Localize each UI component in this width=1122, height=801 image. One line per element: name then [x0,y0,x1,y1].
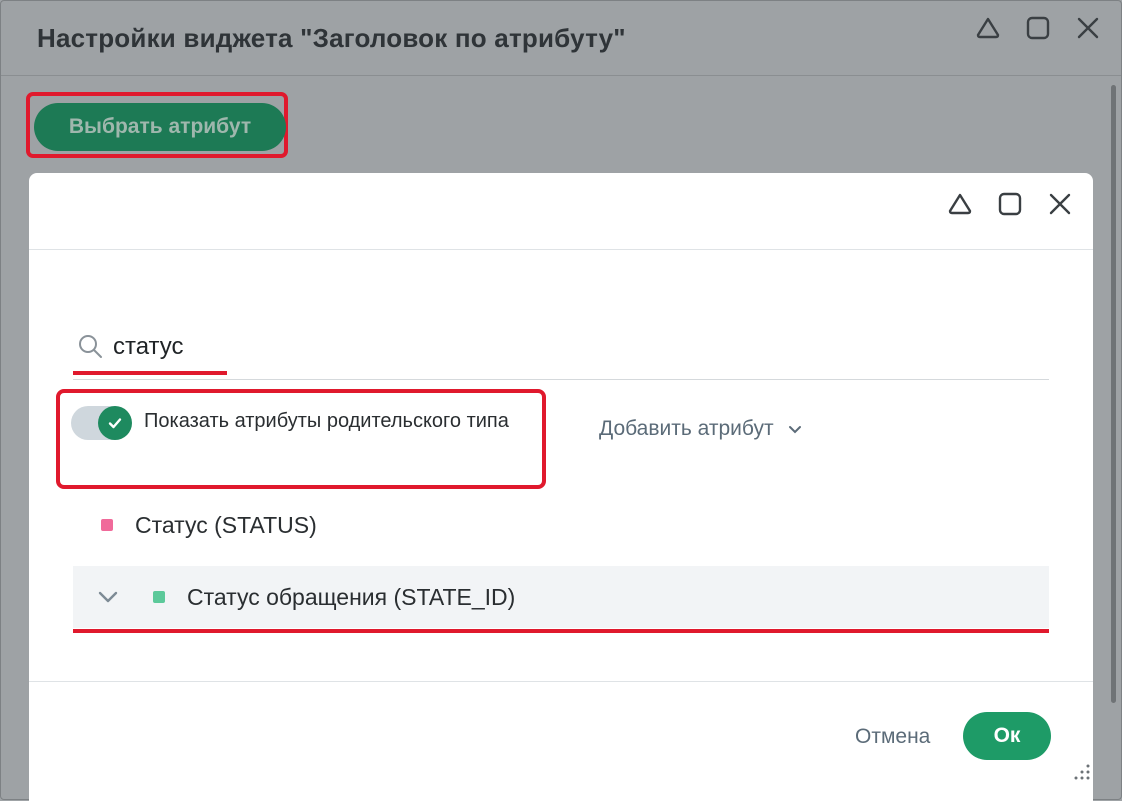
select-attribute-button[interactable]: Выбрать атрибут [34,103,286,151]
maximize-icon[interactable] [995,189,1025,219]
collapse-icon[interactable] [973,13,1003,43]
resize-grip-icon[interactable] [1070,760,1092,787]
search-input[interactable] [111,329,515,365]
attribute-item[interactable]: Статус (STATUS) [73,503,1049,547]
check-icon [98,406,132,440]
chevron-down-icon[interactable] [97,590,119,604]
search-icon [77,333,103,364]
maximize-icon[interactable] [1023,13,1053,43]
ok-button[interactable]: Ок [963,712,1051,760]
selection-highlight [73,629,1049,633]
collapse-icon[interactable] [945,189,975,219]
scrollbar[interactable] [1111,85,1116,703]
search-highlight [73,371,227,375]
close-icon[interactable] [1073,13,1103,43]
window-controls [973,13,1103,43]
window-title: Настройки виджета "Заголовок по атрибуту… [37,22,626,53]
attribute-picker-dialog: Показать атрибуты родительского типа Доб… [29,173,1093,801]
window-header: Настройки виджета "Заголовок по атрибуту… [1,1,1121,76]
dialog-controls [945,189,1075,219]
attribute-label: Статус обращения (STATE_ID) [187,583,516,610]
add-attribute-dropdown[interactable]: Добавить атрибут [599,417,802,441]
chevron-down-icon [788,417,802,441]
attribute-item[interactable]: Статус обращения (STATE_ID) [73,566,1049,628]
highlight-frame [56,389,546,489]
dialog-footer: Отмена Ок [29,681,1093,801]
attribute-color-marker [153,591,165,603]
cancel-button[interactable]: Отмена [849,724,936,750]
parent-attributes-toggle[interactable] [71,406,132,440]
add-attribute-label: Добавить атрибут [599,417,774,440]
close-icon[interactable] [1045,189,1075,219]
attribute-color-marker [101,519,113,531]
toggle-label: Показать атрибуты родительского типа [144,410,509,432]
attribute-label: Статус (STATUS) [135,511,317,538]
dialog-header [29,173,1093,250]
